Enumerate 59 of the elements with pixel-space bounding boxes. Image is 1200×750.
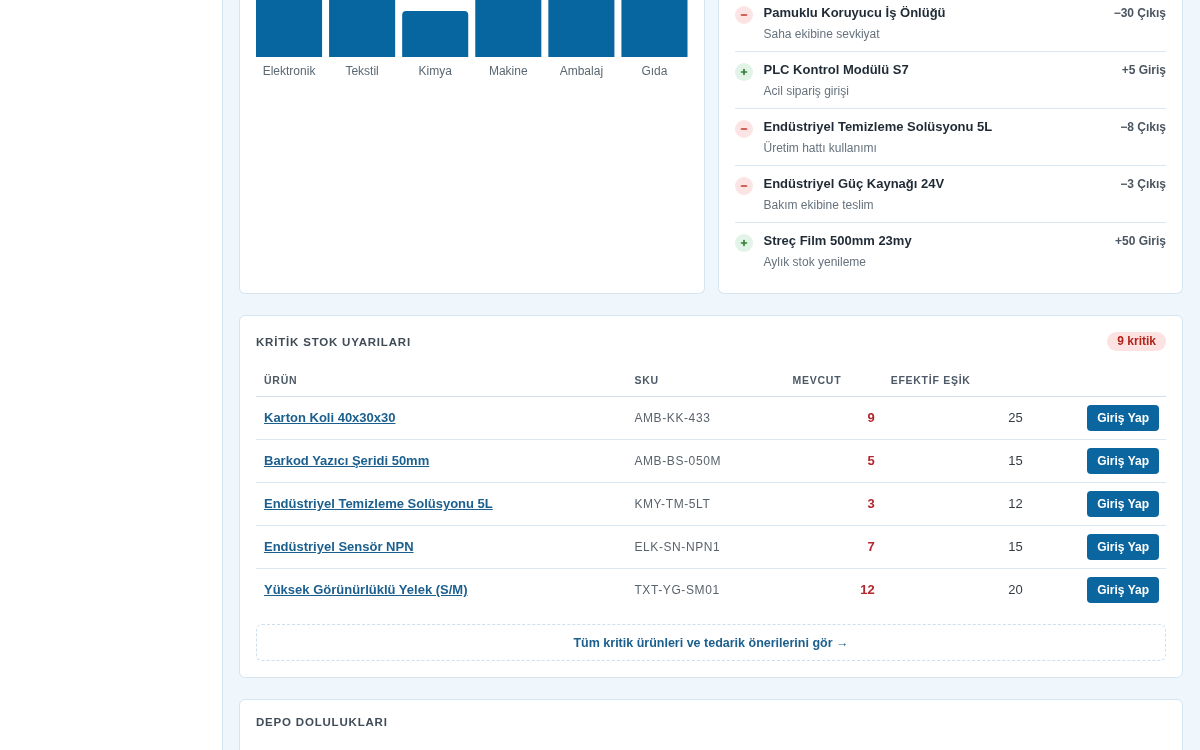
stock-entry-button[interactable]: Giriş Yap — [1087, 491, 1159, 517]
column-header: SKU — [634, 374, 659, 386]
product-name: Endüstriyel Güç Kaynağı 24V — [763, 176, 945, 192]
column-header: EFEKTİF EŞİK — [890, 374, 971, 386]
threshold-value: 15 — [1008, 453, 1023, 468]
movement-note: Aylık stok yenileme — [763, 254, 866, 270]
quantity-label: +5 Giriş — [1121, 62, 1166, 78]
axis-label: Gıda — [641, 63, 668, 79]
movement-note: Acil sipariş girişi — [763, 83, 849, 99]
available-quantity: 12 — [860, 582, 875, 597]
threshold-value: 15 — [1008, 539, 1023, 554]
stock-entry-button[interactable]: Giriş Yap — [1087, 577, 1159, 603]
threshold-value: 20 — [1008, 582, 1023, 597]
threshold-value: 12 — [1008, 496, 1023, 511]
minus-icon — [734, 6, 753, 24]
sku-text: TXT-YG-SM01 — [634, 583, 720, 597]
critical-count-badge: 9 kritik — [1107, 332, 1166, 351]
available-quantity: 5 — [867, 453, 875, 468]
axis-label: Kimya — [418, 63, 452, 79]
available-quantity: 3 — [867, 496, 875, 511]
stock-entry-button[interactable]: Giriş Yap — [1087, 405, 1159, 431]
product-name: Streç Film 500mm 23my — [763, 233, 912, 249]
minus-icon — [734, 177, 753, 195]
threshold-value: 25 — [1008, 410, 1023, 425]
minus-icon — [734, 120, 753, 138]
product-name: Endüstriyel Temizleme Solüsyonu 5L — [763, 119, 993, 135]
product-link[interactable]: Endüstriyel Sensör NPN — [264, 539, 414, 554]
stock-entry-button[interactable]: Giriş Yap — [1087, 448, 1159, 474]
movement-note: Üretim hattı kullanımı — [763, 140, 877, 156]
axis-label: Ambalaj — [559, 63, 604, 79]
quantity-label: −3 Çıkış — [1120, 176, 1166, 192]
available-quantity: 7 — [867, 539, 875, 554]
section-title: KRİTİK STOK UYARILARI — [256, 334, 411, 350]
column-header: MEVCUT — [792, 374, 842, 386]
sku-text: ELK-SN-NPN1 — [634, 540, 721, 554]
product-link[interactable]: Endüstriyel Temizleme Solüsyonu 5L — [264, 496, 493, 511]
movement-note: Bakım ekibine teslim — [763, 197, 874, 213]
view-all-link[interactable]: Tüm kritik ürünleri ve tedarik önerilerini gör → — [256, 624, 1166, 661]
product-name: Pamuklu Koruyucu İş Önlüğü — [763, 5, 946, 21]
quantity-label: −30 Çıkış — [1113, 5, 1166, 21]
column-header: ÜRÜN — [264, 374, 298, 386]
product-link[interactable]: Yüksek Görünürlüklü Yelek (S/M) — [264, 582, 468, 597]
quantity-label: −8 Çıkış — [1120, 119, 1166, 135]
axis-label: Makine — [488, 63, 528, 79]
movement-note: Saha ekibine sevkiyat — [763, 26, 880, 42]
axis-label: Tekstil — [345, 63, 379, 79]
stock-entry-button[interactable]: Giriş Yap — [1087, 534, 1159, 560]
product-link[interactable]: Karton Koli 40x30x30 — [264, 410, 396, 425]
product-name: PLC Kontrol Modülü S7 — [763, 62, 909, 78]
quantity-label: +50 Giriş — [1114, 233, 1166, 249]
section-title: DEPO DOLULUKLARI — [256, 715, 388, 730]
plus-icon — [734, 63, 753, 81]
plus-icon — [734, 234, 753, 252]
sku-text: KMY-TM-5LT — [634, 497, 711, 511]
sku-text: AMB-BS-050M — [634, 454, 722, 468]
available-quantity: 9 — [867, 410, 875, 425]
sku-text: AMB-KK-433 — [634, 411, 711, 425]
product-link[interactable]: Barkod Yazıcı Şeridi 50mm — [264, 453, 430, 468]
axis-label: Elektronik — [262, 63, 316, 79]
